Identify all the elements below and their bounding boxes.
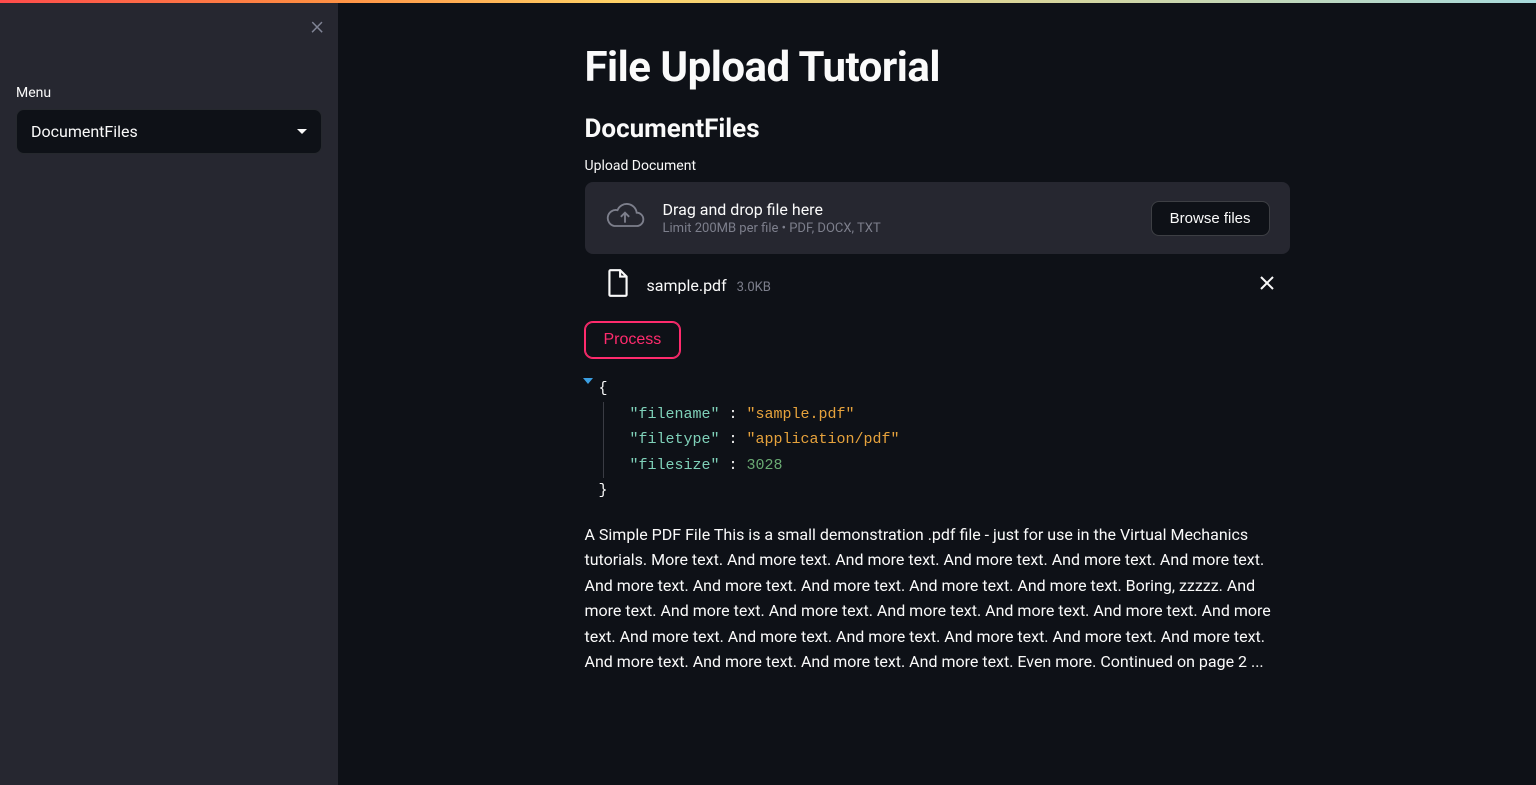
json-row-filetype: "filetype" : "application/pdf" [630,427,1290,453]
content-column: File Upload Tutorial DocumentFiles Uploa… [585,43,1290,745]
page-title: File Upload Tutorial [585,43,1290,92]
menu-select-value: DocumentFiles [31,122,138,141]
json-body: "filename" : "sample.pdf" "filetype" : "… [603,402,1290,479]
file-dropzone[interactable]: Drag and drop file here Limit 200MB per … [585,182,1290,254]
json-close-brace: } [599,478,1290,504]
json-collapse-toggle-icon[interactable] [583,378,593,384]
sidebar-menu-label: Menu [16,85,322,101]
menu-select[interactable]: DocumentFiles [16,109,322,154]
upload-label: Upload Document [585,158,1290,174]
dropzone-text: Drag and drop file here Limit 200MB per … [663,200,1133,236]
dropzone-subtitle: Limit 200MB per file • PDF, DOCX, TXT [663,221,1133,236]
json-output: { "filename" : "sample.pdf" "filetype" :… [585,376,1290,504]
browse-files-button[interactable]: Browse files [1151,201,1270,236]
uploaded-file-name: sample.pdf [647,276,727,295]
main-area: File Upload Tutorial DocumentFiles Uploa… [338,3,1536,785]
extracted-text: A Simple PDF File This is a small demons… [585,522,1290,676]
section-title: DocumentFiles [585,114,1290,144]
process-button[interactable]: Process [585,322,681,358]
cloud-upload-icon [605,200,645,236]
uploaded-file-size: 3.0KB [737,280,771,295]
sidebar: × Menu DocumentFiles [0,3,338,785]
json-open-brace: { [599,376,1290,402]
app-layout: × Menu DocumentFiles File Upload Tutoria… [0,3,1536,785]
file-icon [605,268,631,302]
chevron-down-icon [297,129,307,134]
remove-file-icon[interactable] [1250,269,1284,301]
json-row-filename: "filename" : "sample.pdf" [630,402,1290,428]
dropzone-title: Drag and drop file here [663,200,1133,219]
json-row-filesize: "filesize" : 3028 [630,453,1290,479]
sidebar-close-icon[interactable]: × [310,13,324,39]
uploaded-file-row: sample.pdf 3.0KB [585,254,1290,316]
